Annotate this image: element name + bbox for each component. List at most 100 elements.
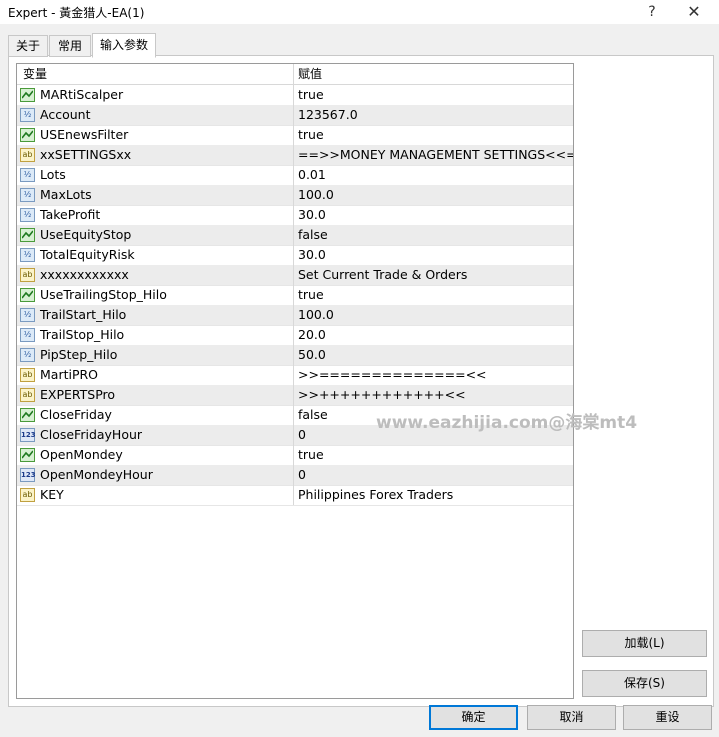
parameter-name: TrailStart_Hilo (40, 307, 127, 322)
parameter-name: EXPERTSPro (40, 387, 116, 402)
table-row[interactable]: ab EXPERTSPro >>++++++++++++<< (17, 385, 573, 406)
help-button[interactable]: ? (640, 1, 664, 23)
parameter-name: TotalEquityRisk (40, 247, 135, 262)
table-row[interactable]: ½ Account 123567.0 (17, 105, 573, 126)
table-row[interactable]: ½ PipStep_Hilo 50.0 (17, 345, 573, 366)
parameter-value[interactable]: true (298, 445, 324, 465)
load-button[interactable]: 加载(L) (582, 630, 707, 657)
parameters-grid: 变量 赋值 MARtiScalper true ½ Account 123567.0 US… (16, 63, 574, 699)
parameter-name: USEnewsFilter (40, 127, 129, 142)
parameter-value[interactable]: 0.01 (298, 165, 326, 185)
double-icon: ½ (20, 188, 35, 202)
parameter-value[interactable]: false (298, 405, 328, 425)
table-row[interactable]: ½ TakeProfit 30.0 (17, 205, 573, 226)
parameter-name: OpenMondey (40, 447, 123, 462)
parameter-value[interactable]: 30.0 (298, 245, 326, 265)
icon-text: ½ (23, 310, 32, 319)
window-title: Expert - 黃金猎人-EA(1) (8, 6, 145, 20)
parameter-value[interactable]: 20.0 (298, 325, 326, 345)
table-row[interactable]: OpenMondey true (17, 445, 573, 466)
table-row[interactable]: ½ TrailStart_Hilo 100.0 (17, 305, 573, 326)
parameter-name: TrailStop_Hilo (40, 327, 125, 342)
icon-text: ½ (23, 210, 32, 219)
tab-common[interactable]: 常用 (49, 35, 91, 57)
parameter-value[interactable]: >>++++++++++++<< (298, 385, 466, 405)
icon-text: ½ (23, 110, 32, 119)
string-icon: ab (20, 488, 35, 502)
parameter-value[interactable]: ==>>MONEY MANAGEMENT SETTINGS<<== (298, 145, 573, 165)
close-button[interactable]: ✕ (682, 1, 706, 23)
string-icon: ab (20, 268, 35, 282)
bool-icon (20, 128, 35, 142)
table-row[interactable]: ab KEY Philippines Forex Traders (17, 485, 573, 506)
parameter-value[interactable]: false (298, 225, 328, 245)
table-row[interactable]: ½ TrailStop_Hilo 20.0 (17, 325, 573, 346)
parameter-name: MaxLots (40, 187, 92, 202)
parameter-value[interactable]: 0 (298, 425, 306, 445)
integer-icon: 123 (20, 428, 36, 442)
icon-text: ab (22, 390, 33, 399)
parameter-name: UseTrailingStop_Hilo (40, 287, 167, 302)
table-row[interactable]: ½ Lots 0.01 (17, 165, 573, 186)
table-row[interactable]: 123 OpenMondeyHour 0 (17, 465, 573, 486)
parameter-name: CloseFriday (40, 407, 112, 422)
icon-text: ½ (23, 250, 32, 259)
icon-text: ½ (23, 330, 32, 339)
parameter-value[interactable]: 100.0 (298, 305, 334, 325)
double-icon: ½ (20, 328, 35, 342)
table-row[interactable]: ½ TotalEquityRisk 30.0 (17, 245, 573, 266)
icon-text: ab (22, 270, 33, 279)
icon-text: ab (22, 490, 33, 499)
cancel-button[interactable]: 取消 (527, 705, 616, 730)
parameter-value[interactable]: 100.0 (298, 185, 334, 205)
header-variable[interactable]: 变量 (23, 64, 47, 84)
double-icon: ½ (20, 348, 35, 362)
table-row[interactable]: ab MartiPRO >>==============<< (17, 365, 573, 386)
double-icon: ½ (20, 248, 35, 262)
parameter-value[interactable]: Set Current Trade & Orders (298, 265, 467, 285)
table-row[interactable]: MARtiScalper true (17, 85, 573, 106)
save-button[interactable]: 保存(S) (582, 670, 707, 697)
icon-text: 123 (21, 471, 36, 479)
parameter-value[interactable]: 50.0 (298, 345, 326, 365)
table-row[interactable]: ab xxxxxxxxxxxx Set Current Trade & Orders (17, 265, 573, 286)
reset-button[interactable]: 重设 (623, 705, 712, 730)
tab-about[interactable]: 关于 (8, 35, 48, 57)
parameter-value[interactable]: >>==============<< (298, 365, 487, 385)
parameter-name: Account (40, 107, 91, 122)
string-icon: ab (20, 388, 35, 402)
icon-text: ½ (23, 350, 32, 359)
ok-button[interactable]: 确定 (429, 705, 518, 730)
string-icon: ab (20, 148, 35, 162)
table-row[interactable]: ½ MaxLots 100.0 (17, 185, 573, 206)
bool-icon (20, 408, 35, 422)
bool-icon (20, 448, 35, 462)
table-row[interactable]: ab xxSETTINGSxx ==>>MONEY MANAGEMENT SETTI… (17, 145, 573, 166)
parameter-value[interactable]: 123567.0 (298, 105, 358, 125)
icon-text: ab (22, 370, 33, 379)
header-value[interactable]: 赋值 (298, 64, 322, 84)
parameter-value[interactable]: true (298, 285, 324, 305)
parameter-value[interactable]: 0 (298, 465, 306, 485)
parameter-name: KEY (40, 487, 64, 502)
icon-text: ½ (23, 190, 32, 199)
table-row[interactable]: UseTrailingStop_Hilo true (17, 285, 573, 306)
parameter-name: Lots (40, 167, 66, 182)
integer-icon: 123 (20, 468, 36, 482)
parameter-value[interactable]: true (298, 125, 324, 145)
double-icon: ½ (20, 108, 35, 122)
icon-text: ½ (23, 170, 32, 179)
double-icon: ½ (20, 308, 35, 322)
parameter-value[interactable]: true (298, 85, 324, 105)
table-row[interactable]: UseEquityStop false (17, 225, 573, 246)
tab-inputs[interactable]: 输入参数 (92, 33, 156, 58)
parameter-name: MartiPRO (40, 367, 99, 382)
parameter-value[interactable]: Philippines Forex Traders (298, 485, 453, 505)
parameter-value[interactable]: 30.0 (298, 205, 326, 225)
double-icon: ½ (20, 168, 35, 182)
bool-icon (20, 288, 35, 302)
table-row[interactable]: USEnewsFilter true (17, 125, 573, 146)
parameter-name: UseEquityStop (40, 227, 132, 242)
title-bar: Expert - 黃金猎人-EA(1) ? ✕ (0, 0, 719, 24)
parameter-name: xxxxxxxxxxxx (40, 267, 129, 282)
